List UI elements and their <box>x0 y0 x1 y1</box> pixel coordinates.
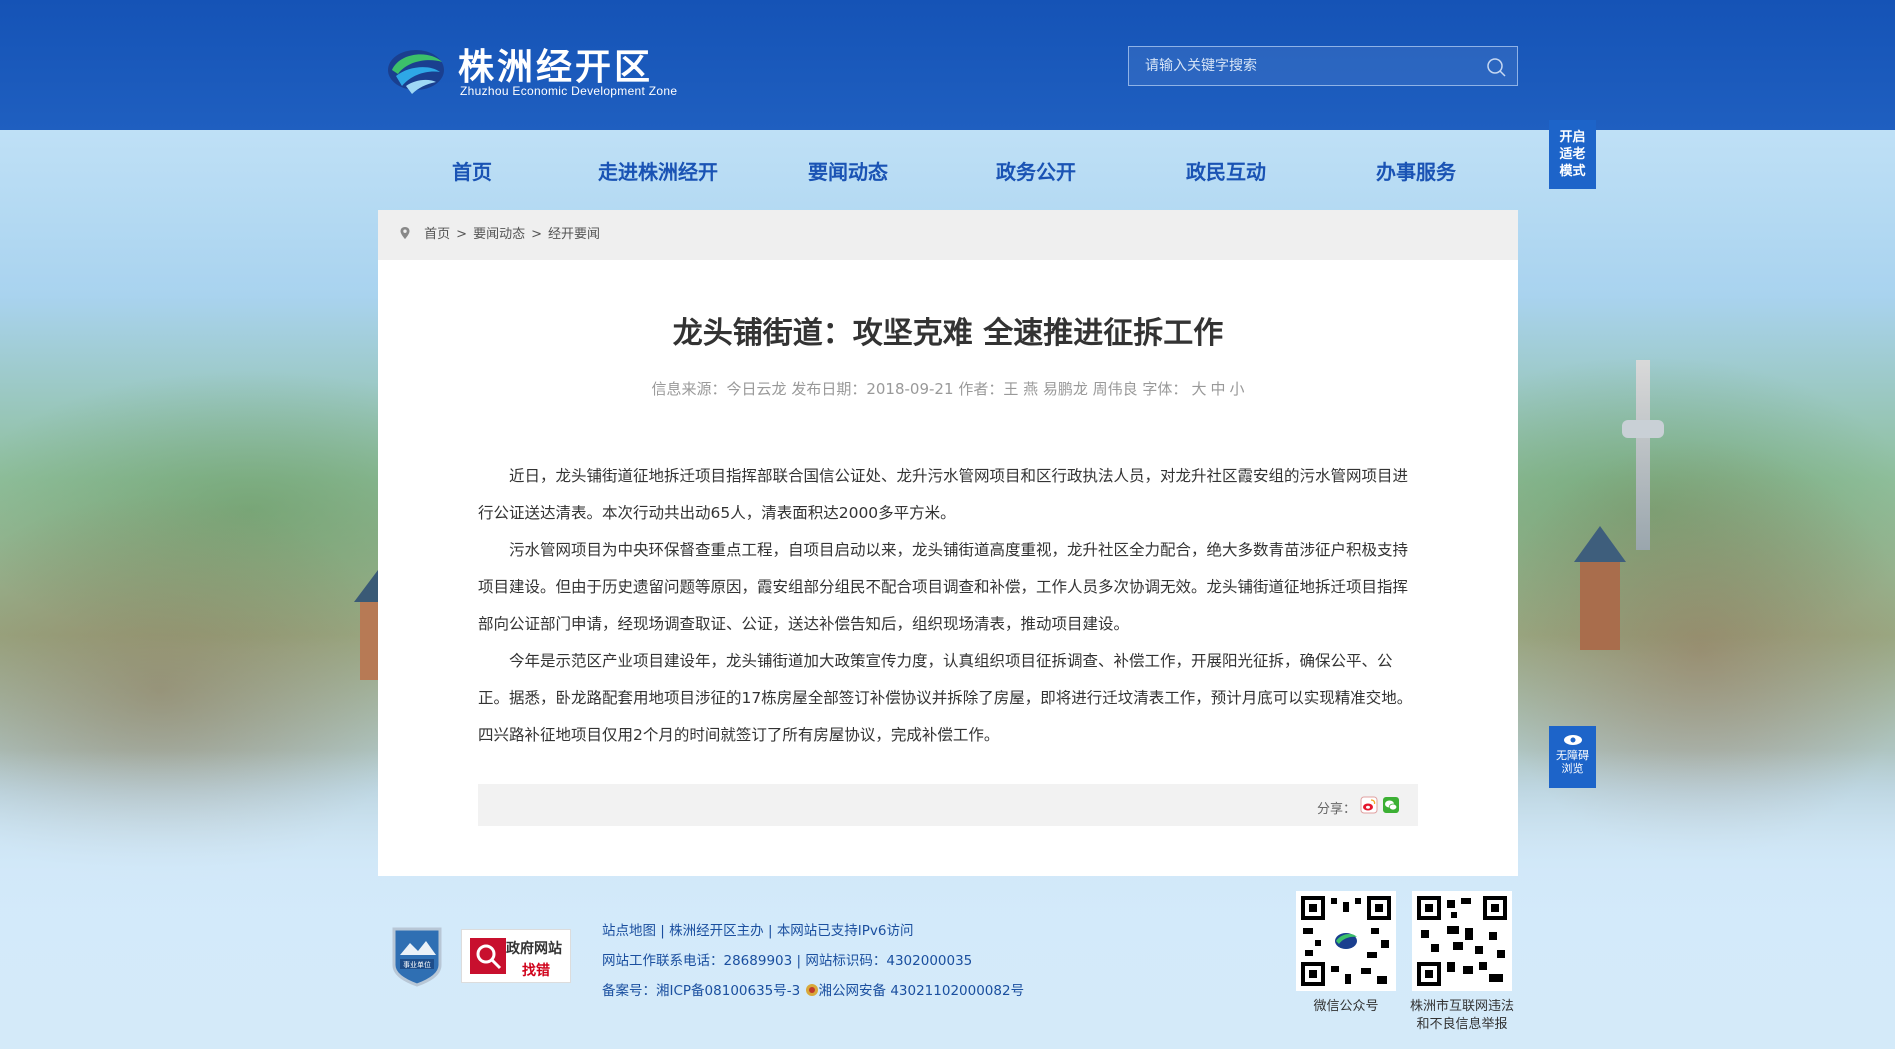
article-card: 首页 > 要闻动态 > 经开要闻 龙头铺街道：攻坚克难 全速推进征拆工作 信息来源：今日… <box>378 210 1518 876</box>
castle-right-decoration <box>1574 526 1626 650</box>
footer-record-row: 备案号：湘ICP备08100635号-3 湘公网安备 4302110200008… <box>602 976 1162 1006</box>
police-badge-icon <box>805 984 818 996</box>
footer-separator: | <box>660 923 665 939</box>
site-id: 4302000035 <box>886 953 973 969</box>
meta-source-label: 信息来源： <box>651 380 727 398</box>
nav-item-news[interactable]: 要闻动态 <box>758 150 938 194</box>
breadcrumb: 首页 > 要闻动态 > 经开要闻 <box>378 210 1518 260</box>
icp-link[interactable]: 湘ICP备08100635号-3 <box>656 983 800 999</box>
footer-separator: | <box>767 923 773 939</box>
breadcrumb-news[interactable]: 要闻动态 <box>473 227 525 242</box>
public-institution-badge-icon[interactable]: 事业单位 <box>390 925 444 987</box>
accessibility-button[interactable]: 无障碍 浏览 <box>1549 726 1596 788</box>
main-nav: 首页 走进株洲经开 要闻动态 政务公开 政民互动 办事服务 <box>386 150 1516 194</box>
meta-author-label: 作者： <box>958 380 1004 398</box>
article-paragraph: 近日，龙头铺街道征地拆迁项目指挥部联合国信公证处、龙升污水管网项目和区行政执法人… <box>478 467 1409 522</box>
breadcrumb-separator: > <box>531 227 542 242</box>
breadcrumb-home[interactable]: 首页 <box>424 227 450 242</box>
badge-text: 事业单位 <box>403 960 431 969</box>
report-qr-caption-line1: 株洲市互联网违法 <box>1409 999 1514 1014</box>
phone-label: 网站工作联系电话： <box>602 953 724 969</box>
wechat-share-icon[interactable] <box>1382 796 1400 814</box>
report-qr-caption: 株洲市互联网违法 和不良信息举报 <box>1400 998 1524 1034</box>
site-logo[interactable]: 株洲经开区 Zhuzhou Economic Development Zone <box>386 38 706 102</box>
meta-source: 今日云龙 <box>726 380 787 398</box>
qr-code-icon <box>1301 896 1391 986</box>
tower-head-decoration <box>1622 420 1664 438</box>
footer-separator: | <box>796 953 802 969</box>
elder-mode-button[interactable]: 开启 适老 模式 <box>1549 120 1596 189</box>
phone-number: 28689903 <box>723 953 793 969</box>
footer-contact-row: 网站工作联系电话：28689903 | 网站标识码：4302000035 <box>602 946 1162 976</box>
footer-links-row: 站点地图 | 株洲经开区主办 | 本网站已支持IPv6访问 <box>602 916 1162 946</box>
gov-site-error-report[interactable]: 政府网站 找错 <box>461 929 571 983</box>
breadcrumb-separator: > <box>456 227 468 242</box>
elder-mode-line1: 开启 <box>1559 130 1586 145</box>
article-title: 龙头铺街道：攻坚克难 全速推进征拆工作 <box>672 316 1224 351</box>
nav-item-home[interactable]: 首页 <box>386 150 558 194</box>
gov-site-label: 政府网站 <box>506 941 562 957</box>
breadcrumb-zone-news[interactable]: 经开要闻 <box>548 227 600 242</box>
search-box <box>1128 46 1518 86</box>
meta-date-label: 发布日期： <box>791 380 867 398</box>
elder-mode-line3: 模式 <box>1559 164 1586 179</box>
host-link[interactable]: 株洲经开区主办 <box>669 923 764 939</box>
logo-subtitle: Zhuzhou Economic Development Zone <box>460 84 678 98</box>
nav-item-services[interactable]: 办事服务 <box>1318 150 1514 194</box>
article-paragraph: 污水管网项目为中央环保督查重点工程，自项目启动以来，龙头铺街道高度重视，龙升社区… <box>478 541 1409 633</box>
share-label: 分享： <box>1316 802 1356 817</box>
font-size-large[interactable]: 大 <box>1191 380 1206 398</box>
logo-emblem-icon <box>388 50 444 94</box>
elder-mode-line2: 适老 <box>1559 147 1586 162</box>
sitemap-link[interactable]: 站点地图 <box>602 923 656 939</box>
ipv6-link[interactable]: 本网站已支持IPv6访问 <box>777 923 914 939</box>
article-paragraph: 今年是示范区产业项目建设年，龙头铺街道加大政策宣传力度，认真组织项目征拆调查、补… <box>478 652 1413 744</box>
gov-error-label: 找错 <box>522 963 550 979</box>
accessibility-line1: 无障碍 <box>1556 749 1589 762</box>
article-body: 近日，龙头铺街道征地拆迁项目指挥部联合国信公证处、龙升污水管网项目和区行政执法人… <box>478 458 1418 754</box>
eye-icon <box>1563 735 1582 745</box>
location-pin-icon <box>400 227 410 239</box>
font-size-small[interactable]: 小 <box>1229 380 1244 398</box>
report-qr-caption-line2: 和不良信息举报 <box>1416 1017 1508 1032</box>
nav-item-gov-affairs[interactable]: 政务公开 <box>938 150 1134 194</box>
site-id-label: 网站标识码： <box>805 953 887 969</box>
record-label: 备案号： <box>602 983 656 999</box>
wechat-qr-caption: 微信公众号 <box>1313 999 1379 1014</box>
meta-author: 王 燕 易鹏龙 周伟良 <box>1003 380 1138 398</box>
nav-item-interaction[interactable]: 政民互动 <box>1134 150 1318 194</box>
accessibility-line2: 浏览 <box>1561 762 1584 775</box>
search-input[interactable] <box>1129 47 1469 85</box>
report-qr-code <box>1412 891 1512 991</box>
qr-code-icon <box>1417 896 1507 986</box>
meta-date: 2018-09-21 <box>866 380 954 398</box>
footer-info: 站点地图 | 株洲经开区主办 | 本网站已支持IPv6访问 网站工作联系电话：2… <box>602 916 1162 1006</box>
nav-item-about[interactable]: 走进株洲经开 <box>558 150 758 194</box>
magnifier-icon <box>470 938 506 974</box>
weibo-share-icon[interactable] <box>1360 796 1378 814</box>
meta-font-label: 字体： <box>1142 380 1188 398</box>
tower-decoration <box>1636 360 1650 550</box>
wechat-qr-code <box>1296 891 1396 991</box>
share-bar: 分享： <box>478 784 1418 826</box>
police-record-link[interactable]: 湘公网安备 43021102000082号 <box>819 983 1025 999</box>
font-size-medium[interactable]: 中 <box>1210 380 1225 398</box>
search-icon[interactable] <box>1485 56 1507 78</box>
article-meta: 信息来源：今日云龙 发布日期：2018-09-21 作者：王 燕 易鹏龙 周伟良… <box>378 378 1518 399</box>
site-header: 株洲经开区 Zhuzhou Economic Development Zone <box>0 0 1895 130</box>
logo-title: 株洲经开区 <box>458 47 654 88</box>
